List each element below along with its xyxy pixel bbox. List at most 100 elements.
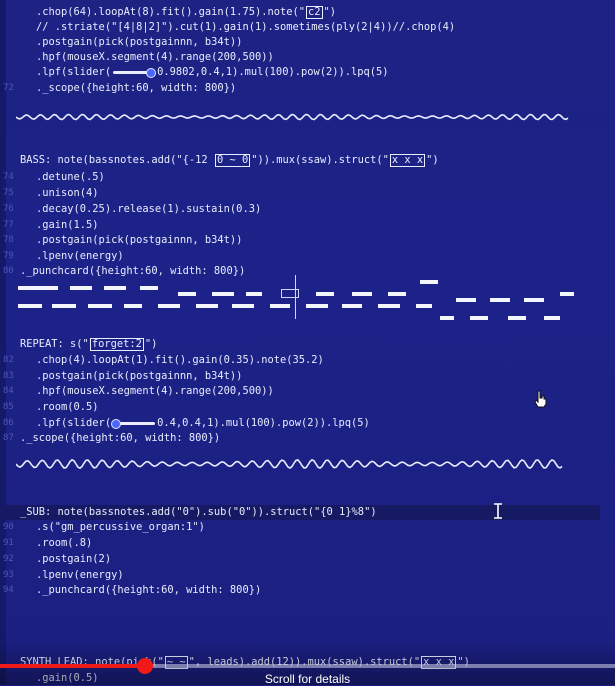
code-line[interactable]: BASS: note(bassnotes.add("{-12 0 ~ 0 ")).… xyxy=(0,153,600,168)
code-text[interactable]: .unison(4) xyxy=(36,186,99,201)
code-line[interactable]: 85 .room(0.5) xyxy=(0,400,600,415)
punchcard-event xyxy=(342,304,362,308)
code-line[interactable]: 77 .gain(1.5) xyxy=(0,218,600,233)
code-line[interactable]: 82 .chop(4).loopAt(1).fit().gain(0.35).no… xyxy=(0,353,600,368)
code-segment: ")).mux(ssaw).struct(" xyxy=(251,154,389,166)
code-line[interactable]: // .striate("[4|8|2]").cut(1).gain(1).so… xyxy=(0,20,600,35)
code-text[interactable]: // .striate("[4|8|2]").cut(1).gain(1).so… xyxy=(36,20,455,35)
code-segment: .s("gm_percussive_organ:1") xyxy=(36,521,205,533)
punchcard-event xyxy=(508,316,526,320)
code-segment: .chop(64).loopAt(8).fit().gain(1.75).not… xyxy=(36,6,305,18)
code-segment: BASS: note(bassnotes.add("{-12 xyxy=(20,154,214,166)
code-segment: ") xyxy=(323,6,337,18)
punchcard-event xyxy=(420,280,438,284)
code-text[interactable]: .postgain(pick(postgainnn, b34t)) xyxy=(36,369,242,384)
line-number: 93 xyxy=(3,570,14,580)
code-line[interactable]: 78 .postgain(pick(postgainnn, b34t)) xyxy=(0,233,600,248)
code-line[interactable]: .hpf(mouseX.segment(4).range(200,500)) xyxy=(0,50,600,65)
line-number: 75 xyxy=(3,188,14,198)
highlighted-token: x x x xyxy=(389,154,426,167)
code-text[interactable]: .chop(64).loopAt(8).fit().gain(1.75).not… xyxy=(36,5,336,20)
punchcard-event xyxy=(18,304,42,308)
line-number: 87 xyxy=(3,433,14,443)
punchcard-event xyxy=(352,292,372,296)
code-text[interactable]: .lpf(slider(0.4,0.4,1).mul(100).pow(2)).… xyxy=(36,416,370,431)
code-line[interactable]: 75 .unison(4) xyxy=(0,186,600,201)
code-segment: .room(0.5) xyxy=(36,401,99,413)
code-segment: .lpenv(energy) xyxy=(36,569,124,581)
punchcard-event xyxy=(212,292,234,296)
punchcard-event xyxy=(52,304,76,308)
code-segment: .lpf(slider( xyxy=(36,417,112,429)
code-text[interactable]: .lpenv(energy) xyxy=(36,249,124,264)
code-line[interactable]: 79 .lpenv(energy) xyxy=(0,249,600,264)
code-line[interactable]: .chop(64).loopAt(8).fit().gain(1.75).not… xyxy=(0,5,600,20)
code-text[interactable]: _SUB: note(bassnotes.add("0").sub("0")).… xyxy=(20,505,377,520)
code-segment: .detune(.5) xyxy=(36,171,105,183)
code-line[interactable]: 92 .postgain(2) xyxy=(0,552,600,567)
code-line[interactable]: 74 .detune(.5) xyxy=(0,170,600,185)
punchcard-event xyxy=(440,316,454,320)
code-line[interactable]: REPEAT: s(" forget:2 ") xyxy=(0,337,600,352)
code-line[interactable]: 86 .lpf(slider(0.4,0.4,1).mul(100).pow(2)… xyxy=(0,416,600,431)
video-progress-fill xyxy=(0,664,145,668)
code-line[interactable]: _SUB: note(bassnotes.add("0").sub("0")).… xyxy=(0,505,600,520)
code-line[interactable]: .lpf(slider(0.9802,0.4,1).mul(100).pow(2… xyxy=(0,65,600,80)
code-text[interactable]: BASS: note(bassnotes.add("{-12 0 ~ 0 ")).… xyxy=(20,153,439,168)
code-text[interactable]: .postgain(2) xyxy=(36,552,111,567)
code-line[interactable]: 93 .lpenv(energy) xyxy=(0,568,600,583)
punchcard-event xyxy=(36,286,58,290)
inline-slider[interactable] xyxy=(113,68,156,78)
code-text[interactable]: .room(.8) xyxy=(36,536,92,551)
code-text[interactable]: .postgain(pick(postgainnn, b34t)) xyxy=(36,233,242,248)
punchcard-event xyxy=(316,292,334,296)
code-text[interactable]: .chop(4).loopAt(1).fit().gain(0.35).note… xyxy=(36,353,324,368)
i-beam-cursor-icon xyxy=(494,503,502,519)
code-segment: .postgain(2) xyxy=(36,553,112,565)
code-line[interactable]: 72 ._scope({height:60, width: 800}) xyxy=(0,81,600,96)
code-text[interactable]: ._punchcard({height:60, width: 800}) xyxy=(36,583,261,598)
punchcard-visualization xyxy=(0,270,615,330)
code-line[interactable]: 91 .room(.8) xyxy=(0,536,600,551)
slider-thumb[interactable] xyxy=(111,419,122,429)
code-text[interactable]: .postgain(pick(postgainnn, b34t)) xyxy=(36,35,242,50)
line-number: 92 xyxy=(3,554,14,564)
inline-slider[interactable] xyxy=(111,419,156,429)
code-text[interactable]: .gain(1.5) xyxy=(36,218,99,233)
code-text[interactable]: .detune(.5) xyxy=(36,170,105,185)
code-line[interactable]: 84 .hpf(mouseX.segment(4).range(200,500)) xyxy=(0,384,600,399)
code-line[interactable]: 83 .postgain(pick(postgainnn, b34t)) xyxy=(0,369,600,384)
code-line[interactable]: 94 ._punchcard({height:60, width: 800}) xyxy=(0,583,600,598)
code-segment: 0.9802,0.4,1).mul(100).pow(2)).lpq(5) xyxy=(157,66,389,78)
code-text[interactable]: ._scope({height:60, width: 800}) xyxy=(20,431,220,446)
code-text[interactable]: .room(0.5) xyxy=(36,400,99,415)
punchcard-event xyxy=(524,298,544,302)
punchcard-event xyxy=(560,292,574,296)
code-line[interactable]: .postgain(pick(postgainnn, b34t)) xyxy=(0,35,600,50)
highlighted-token: forget:2 xyxy=(89,338,144,351)
code-line[interactable]: 76 .decay(0.25).release(1).sustain(0.3) xyxy=(0,202,600,217)
punchcard-event xyxy=(232,304,254,308)
code-text[interactable]: .s("gm_percussive_organ:1") xyxy=(36,520,205,535)
code-line[interactable]: 87 ._scope({height:60, width: 800}) xyxy=(0,431,600,446)
code-text[interactable]: .lpf(slider(0.9802,0.4,1).mul(100).pow(2… xyxy=(36,65,389,80)
hand-pointer-icon xyxy=(534,390,547,408)
punchcard-event xyxy=(378,304,400,308)
code-text[interactable]: .hpf(mouseX.segment(4).range(200,500)) xyxy=(36,384,274,399)
code-text[interactable]: ._scope({height:60, width: 800}) xyxy=(36,81,236,96)
scroll-for-details-hint[interactable]: Scroll for details xyxy=(0,672,615,686)
code-text[interactable]: .lpenv(energy) xyxy=(36,568,124,583)
code-text[interactable]: .decay(0.25).release(1).sustain(0.3) xyxy=(36,202,261,217)
slider-thumb[interactable] xyxy=(145,68,156,78)
code-segment: .unison(4) xyxy=(36,187,99,199)
code-line[interactable]: 90 .s("gm_percussive_organ:1") xyxy=(0,520,600,535)
code-text[interactable]: .hpf(mouseX.segment(4).range(200,500)) xyxy=(36,50,274,65)
line-number: 72 xyxy=(3,83,14,93)
code-text[interactable]: REPEAT: s(" forget:2 ") xyxy=(20,337,157,352)
code-segment: .postgain(pick(postgainnn, b34t)) xyxy=(36,370,243,382)
code-segment: // .striate("[4|8|2]").cut(1).gain(1).so… xyxy=(36,21,456,33)
punchcard-event xyxy=(158,304,180,308)
code-segment: REPEAT: s(" xyxy=(20,338,89,350)
punchcard-event xyxy=(18,286,38,290)
code-editor[interactable]: .chop(64).loopAt(8).fit().gain(1.75).not… xyxy=(0,0,615,686)
